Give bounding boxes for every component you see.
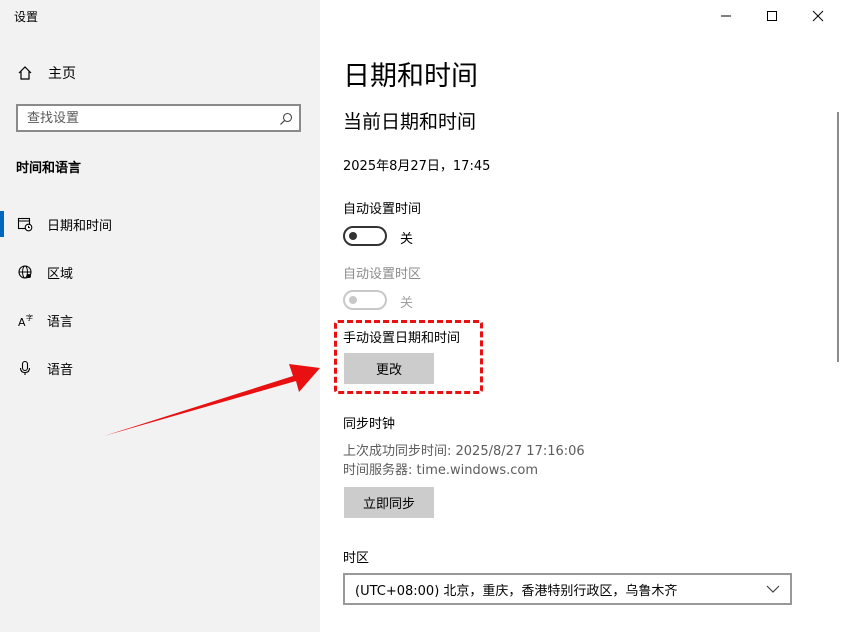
chevron-down-icon <box>766 583 780 599</box>
page-title: 日期和时间 <box>343 61 478 92</box>
home-icon <box>16 64 34 82</box>
scrollbar[interactable] <box>837 112 839 362</box>
search-input[interactable] <box>27 110 267 126</box>
sidebar-item-language[interactable]: A字 语言 <box>16 309 73 331</box>
auto-timezone-toggle <box>343 290 387 310</box>
svg-text:A: A <box>18 316 26 328</box>
microphone-icon <box>16 359 34 377</box>
sidebar-item-region[interactable]: 区域 <box>16 261 73 283</box>
timezone-select[interactable]: (UTC+08:00) 北京，重庆，香港特别行政区，乌鲁木齐 <box>343 573 792 605</box>
time-server-text: 时间服务器: time.windows.com <box>343 463 539 478</box>
window-controls <box>703 0 841 32</box>
sidebar: 设置 主页 时间和语言 日期和时间 区域 <box>0 0 320 632</box>
sidebar-item-label: 语音 <box>47 362 74 378</box>
globe-icon <box>16 263 34 281</box>
settings-window: 设置 主页 时间和语言 日期和时间 区域 <box>0 0 841 632</box>
sidebar-item-label: 语言 <box>47 314 74 330</box>
current-datetime-value: 2025年8月27日，17:45 <box>343 159 491 174</box>
sidebar-home-label: 主页 <box>48 66 76 82</box>
minimize-button[interactable] <box>703 0 749 32</box>
auto-time-label: 自动设置时间 <box>343 202 422 217</box>
toggle-knob <box>349 232 357 240</box>
search-box[interactable] <box>16 104 301 132</box>
sync-clock-label: 同步时钟 <box>343 417 396 432</box>
auto-time-state: 关 <box>400 232 414 247</box>
maximize-icon <box>767 11 777 21</box>
auto-timezone-label: 自动设置时区 <box>343 267 422 282</box>
auto-timezone-state: 关 <box>400 296 414 311</box>
sidebar-item-label: 区域 <box>47 266 74 282</box>
search-icon[interactable] <box>279 111 293 125</box>
svg-text:字: 字 <box>26 313 33 322</box>
sidebar-item-date-time[interactable]: 日期和时间 <box>0 211 113 237</box>
minimize-icon <box>721 15 731 17</box>
change-button[interactable]: 更改 <box>344 353 434 384</box>
last-sync-text: 上次成功同步时间: 2025/8/27 17:16:06 <box>343 444 585 459</box>
auto-time-toggle[interactable] <box>343 226 387 246</box>
sidebar-item-speech[interactable]: 语音 <box>16 357 73 379</box>
timezone-label: 时区 <box>343 551 370 566</box>
manual-datetime-label: 手动设置日期和时间 <box>343 331 461 346</box>
main-content: 日期和时间 当前日期和时间 2025年8月27日，17:45 自动设置时间 关 … <box>320 0 841 632</box>
calendar-clock-icon <box>16 215 34 233</box>
maximize-button[interactable] <box>749 0 795 32</box>
timezone-value: (UTC+08:00) 北京，重庆，香港特别行政区，乌鲁木齐 <box>355 583 678 599</box>
sidebar-item-label: 日期和时间 <box>47 218 113 234</box>
section-title: 时间和语言 <box>16 161 82 176</box>
app-title: 设置 <box>14 10 39 24</box>
close-icon <box>812 10 824 22</box>
toggle-knob <box>349 296 357 304</box>
sidebar-home[interactable]: 主页 <box>16 62 76 84</box>
sync-now-button[interactable]: 立即同步 <box>344 487 434 518</box>
language-icon: A字 <box>16 311 34 329</box>
close-button[interactable] <box>795 0 841 32</box>
current-datetime-heading: 当前日期和时间 <box>343 111 477 133</box>
